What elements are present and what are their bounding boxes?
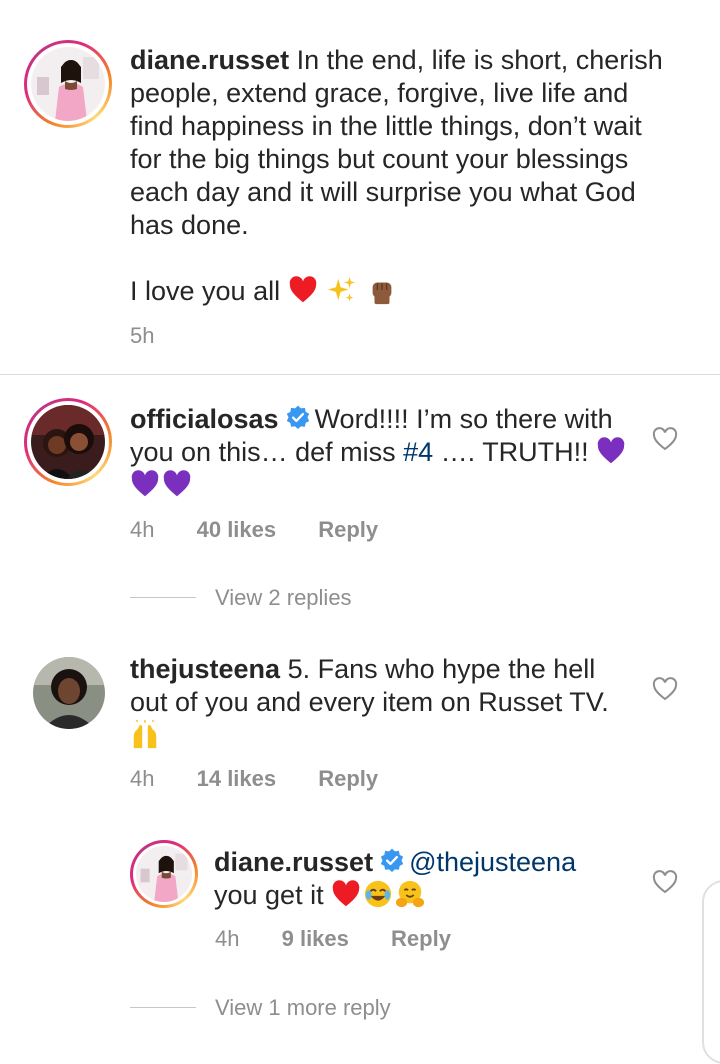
avatar[interactable] xyxy=(33,657,105,729)
comment-time: 4h xyxy=(130,517,155,542)
raising-hands-emoji xyxy=(133,720,157,749)
purple-heart-emoji xyxy=(597,437,625,464)
comment-text: diane.russet In the end, life is short, … xyxy=(130,44,670,242)
username[interactable]: diane.russet xyxy=(214,847,373,877)
likes-count[interactable]: 9 likes xyxy=(282,926,349,951)
likes-count[interactable]: 14 likes xyxy=(197,766,277,791)
comment-meta: 4h 14 likes Reply xyxy=(130,765,378,793)
red-heart-emoji xyxy=(332,880,360,907)
edge-overlay xyxy=(702,880,720,1064)
joy-emoji xyxy=(364,880,392,908)
profile-photo xyxy=(136,846,192,902)
profile-photo xyxy=(31,405,105,479)
comment-time: 5h xyxy=(130,323,155,348)
reply-button[interactable]: Reply xyxy=(318,517,378,542)
username[interactable]: thejusteena xyxy=(130,654,280,684)
reply-button[interactable]: Reply xyxy=(391,926,451,951)
comment-time: 4h xyxy=(215,926,240,951)
purple-heart-emoji xyxy=(163,470,191,497)
profile-photo xyxy=(31,47,105,121)
likes-count[interactable]: 40 likes xyxy=(197,517,277,542)
raised-fist-emoji xyxy=(372,282,392,305)
heart-outline-icon[interactable] xyxy=(652,870,678,894)
reply-text: diane.russet @thejusteena you get it xyxy=(214,846,634,912)
comment-time: 4h xyxy=(130,766,155,791)
view-more-replies-button[interactable]: View 1 more reply xyxy=(215,995,391,1021)
view-replies-line xyxy=(130,597,196,598)
heart-outline-icon[interactable] xyxy=(652,677,678,701)
comment-text: thejusteena 5. Fans who hype the hell ou… xyxy=(130,653,630,719)
comment-meta: 4h 40 likes Reply xyxy=(130,516,378,544)
avatar[interactable] xyxy=(24,40,112,128)
avatar[interactable] xyxy=(130,840,198,908)
view-replies-button[interactable]: View 2 replies xyxy=(215,585,352,611)
comment-body-love: I love you all xyxy=(130,276,281,306)
avatar[interactable] xyxy=(24,398,112,486)
reply-body: you get it xyxy=(214,880,324,910)
username[interactable]: diane.russet xyxy=(130,45,289,75)
comment-text: officialosas Word!!!! I’m so there with … xyxy=(130,403,630,502)
purple-heart-emoji xyxy=(131,470,159,497)
red-heart-emoji xyxy=(289,276,316,303)
reply-button[interactable]: Reply xyxy=(318,766,378,791)
view-replies-line xyxy=(130,1007,196,1008)
verified-badge-icon xyxy=(380,848,404,873)
hugging-emoji xyxy=(396,880,425,908)
profile-photo xyxy=(33,657,105,729)
mention-link[interactable]: @thejusteena xyxy=(409,847,576,877)
reply-meta: 4h 9 likes Reply xyxy=(215,925,451,953)
comment-emoji-line xyxy=(130,720,162,750)
sparkles-emoji xyxy=(328,276,356,302)
heart-outline-icon[interactable] xyxy=(652,427,678,451)
divider xyxy=(0,374,720,375)
hashtag-link[interactable]: #4 xyxy=(403,437,433,467)
comment-text-line2: I love you all xyxy=(130,275,399,308)
username[interactable]: officialosas xyxy=(130,404,279,434)
verified-badge-icon xyxy=(286,405,309,430)
comment-body-end: …. TRUTH!! xyxy=(433,437,589,467)
